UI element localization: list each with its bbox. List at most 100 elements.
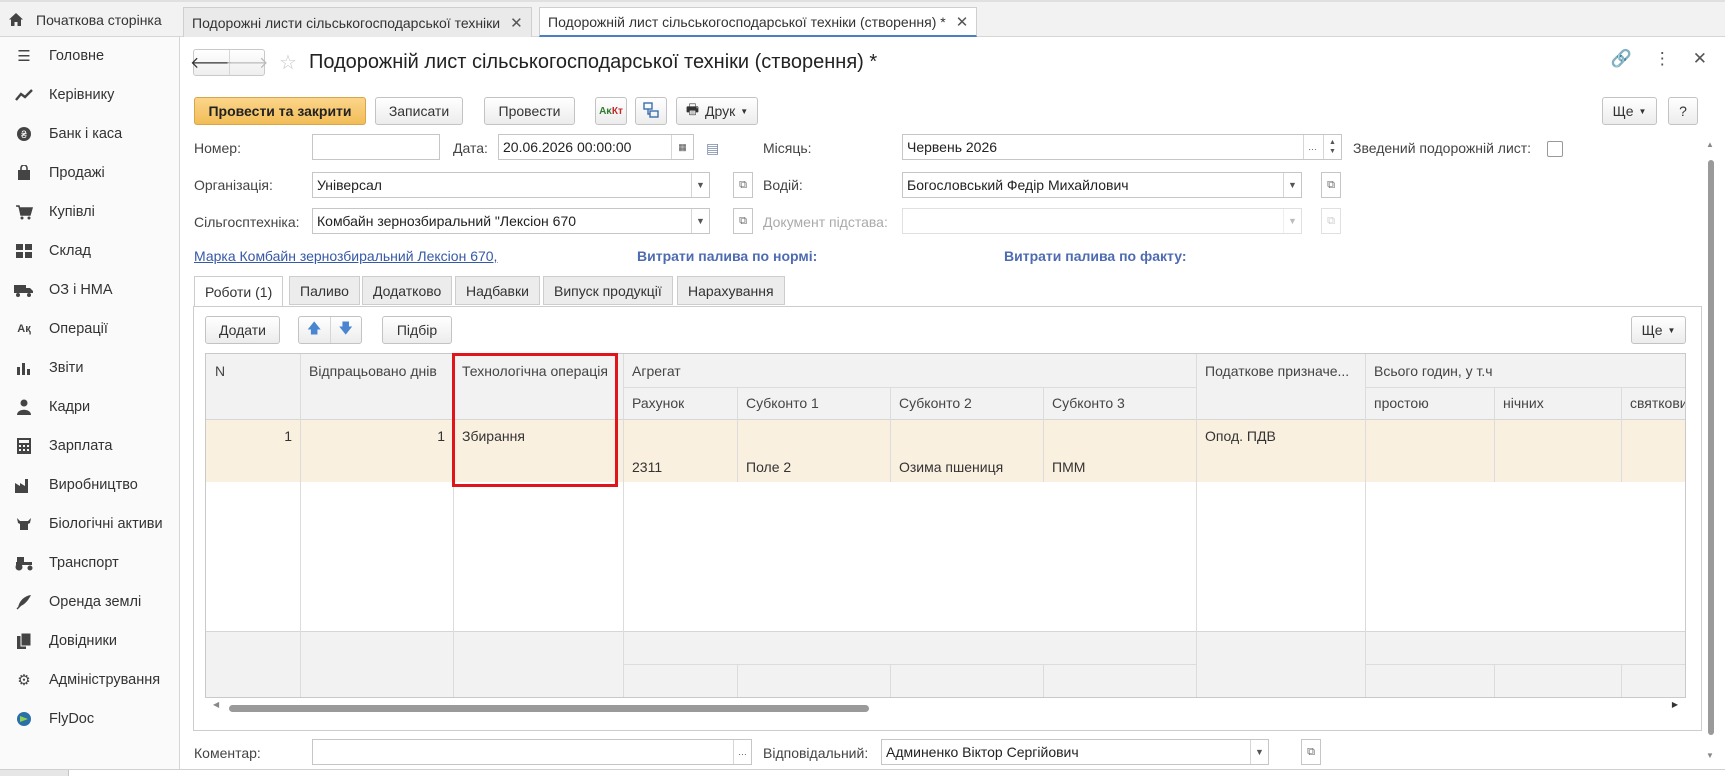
organization-field[interactable]: Універсал ▼ <box>312 172 710 198</box>
responsible-field[interactable]: Админенко Віктор Сергійович ▼ <box>881 739 1269 765</box>
sidebar-item-production[interactable]: Виробництво <box>0 466 180 504</box>
tab-allowances[interactable]: Надбавки <box>455 276 540 305</box>
back-button[interactable]: 🡐 <box>190 50 233 75</box>
col-header-night[interactable]: нічних <box>1503 395 1544 411</box>
chevron-down-icon[interactable]: ▼ <box>1283 209 1301 233</box>
sidebar-item-manager[interactable]: Керівнику <box>0 76 180 114</box>
move-down-icon[interactable]: 🡇 <box>329 317 362 343</box>
summary-checkbox[interactable] <box>1547 141 1563 157</box>
horizontal-scrollbar[interactable]: ◀ ▶ <box>213 700 1678 714</box>
close-icon[interactable]: ✕ <box>510 14 523 32</box>
link-icon[interactable]: 🔗 <box>1611 49 1632 69</box>
tab-accruals[interactable]: Нарахування <box>677 276 785 305</box>
col-header-subconto-1[interactable]: Субконто 1 <box>746 395 819 411</box>
cell-subconto-3[interactable]: ПММ <box>1052 459 1085 475</box>
tab-fuel[interactable]: Паливо <box>289 276 360 305</box>
sidebar-item-bio-assets[interactable]: Біологічні активи <box>0 505 180 543</box>
cell-account[interactable]: 2311 <box>632 459 662 475</box>
sidebar-item-fixed-assets[interactable]: ОЗ і НМА <box>0 271 180 309</box>
open-icon[interactable]: ⧉ <box>733 208 753 234</box>
tab-home[interactable]: Початкова сторінка <box>0 2 180 37</box>
cell-subconto-2[interactable]: Озима пшениця <box>899 459 1003 475</box>
comment-field[interactable]: … <box>312 739 752 765</box>
scroll-thumb[interactable] <box>229 705 869 712</box>
grid-more-button[interactable]: Ще ▼ <box>1631 316 1686 344</box>
chevron-down-icon[interactable]: ▼ <box>691 173 709 197</box>
spinner-icon[interactable]: ▲ ▼ <box>1323 135 1341 159</box>
number-field[interactable] <box>312 134 440 160</box>
sidebar-item-hr[interactable]: Кадри <box>0 388 180 426</box>
driver-field[interactable]: Богословський Федір Михайлович ▼ <box>902 172 1302 198</box>
print-button[interactable]: 🖶 Друк ▼ <box>676 97 758 125</box>
tab-additional[interactable]: Додатково <box>362 276 453 305</box>
chevron-down-icon[interactable]: ▼ <box>1250 740 1268 764</box>
cell-subconto-1[interactable]: Поле 2 <box>746 459 791 475</box>
date-field[interactable]: 20.06.2026 00:00:00 ▦ <box>498 134 694 160</box>
more-vertical-icon[interactable]: ⋮ <box>1654 49 1671 69</box>
col-header-aggregate[interactable]: Агрегат <box>632 363 681 379</box>
post-button[interactable]: Провести <box>484 97 575 125</box>
save-button[interactable]: Записати <box>375 97 463 125</box>
month-field[interactable]: Червень 2026 … ▲ ▼ <box>902 134 1342 160</box>
sidebar-item-directories[interactable]: Довідники <box>0 622 180 660</box>
tab-works[interactable]: Роботи (1) <box>194 276 284 307</box>
sidebar-item-main[interactable]: ☰ Головне <box>0 37 180 75</box>
tab-tractor-sheets-list[interactable]: Подорожні листи сільськогосподарської те… <box>183 7 532 37</box>
col-header-holiday[interactable]: святкови <box>1630 395 1685 411</box>
sidebar-item-salary[interactable]: Зарплата <box>0 427 180 465</box>
brand-link[interactable]: Марка Комбайн зернозбиральний Лексіон 67… <box>194 248 497 264</box>
basis-document-field[interactable]: ▼ <box>902 208 1302 234</box>
col-header-days[interactable]: Відпрацьовано днів <box>309 363 437 379</box>
dt-kt-button[interactable]: ΑκКт <box>595 97 627 125</box>
tab-tractor-sheet-create[interactable]: Подорожній лист сільськогосподарської те… <box>539 7 978 37</box>
close-icon[interactable]: ✕ <box>1693 49 1707 69</box>
structure-button[interactable] <box>635 97 667 125</box>
document-icon[interactable]: ▤ <box>706 140 719 157</box>
sidebar-item-admin[interactable]: ⚙ Адміністрування <box>0 661 180 699</box>
open-icon[interactable]: ⧉ <box>1301 739 1321 765</box>
sidebar-item-operations[interactable]: Ақ Операції <box>0 310 180 348</box>
col-header-total-hours[interactable]: Всього годин, у т.ч <box>1374 363 1493 379</box>
sidebar-item-land-lease[interactable]: Оренда землі <box>0 583 180 621</box>
more-button[interactable]: Ще ▼ <box>1602 97 1657 125</box>
chevron-down-icon[interactable]: ▼ <box>1283 173 1301 197</box>
col-header-account[interactable]: Рахунок <box>632 395 684 411</box>
sidebar-item-reports[interactable]: Звіти <box>0 349 180 387</box>
sidebar-item-bank[interactable]: ₴ Банк і каса <box>0 115 180 153</box>
machine-field[interactable]: Комбайн зернозбиральний "Лексіон 670 ▼ <box>312 208 710 234</box>
tab-production-output[interactable]: Випуск продукції <box>543 276 673 305</box>
chevron-down-icon[interactable]: ▼ <box>691 209 709 233</box>
calendar-icon[interactable]: ▦ <box>671 135 693 159</box>
open-icon[interactable]: ⧉ <box>733 172 753 198</box>
sidebar-item-warehouse[interactable]: Склад <box>0 232 180 270</box>
post-and-close-button[interactable]: Провести та закрити <box>194 97 366 125</box>
close-icon[interactable]: ✕ <box>956 13 969 31</box>
sidebar-item-sales[interactable]: Продажі <box>0 154 180 192</box>
ellipsis-icon[interactable]: … <box>1303 135 1321 159</box>
vertical-scrollbar[interactable]: ▲ ▼ <box>1706 140 1716 760</box>
col-header-tax[interactable]: Податкове призначе... <box>1205 363 1357 379</box>
sidebar-item-purchases[interactable]: Купівлі <box>0 193 180 231</box>
open-icon[interactable]: ⧉ <box>1321 172 1341 198</box>
col-header-subconto-2[interactable]: Субконто 2 <box>899 395 972 411</box>
sidebar-item-flydoc[interactable]: FlyDoc <box>0 700 180 738</box>
scroll-up-icon[interactable]: ▲ <box>1706 140 1714 149</box>
scroll-down-icon[interactable]: ▼ <box>1706 751 1714 760</box>
scroll-right-icon[interactable]: ▶ <box>1672 700 1678 709</box>
scroll-thumb[interactable] <box>1708 160 1714 735</box>
col-header-n[interactable]: N <box>215 363 225 379</box>
star-icon[interactable]: ☆ <box>279 50 297 75</box>
ellipsis-icon[interactable]: … <box>733 740 751 764</box>
cell-tax[interactable]: Опод. ПДВ <box>1205 428 1276 444</box>
sidebar-item-transport[interactable]: Транспорт <box>0 544 180 582</box>
help-button[interactable]: ? <box>1668 97 1698 125</box>
open-icon[interactable]: ⧉ <box>1321 208 1341 234</box>
forward-button[interactable]: 🡒 <box>226 49 268 75</box>
cell-days[interactable]: 1 <box>300 428 445 444</box>
col-header-subconto-3[interactable]: Субконто 3 <box>1052 395 1125 411</box>
scroll-left-icon[interactable]: ◀ <box>213 700 219 709</box>
pick-button[interactable]: Підбір <box>382 316 452 344</box>
col-header-idle[interactable]: простою <box>1374 395 1429 411</box>
move-up-icon[interactable]: 🡅 <box>299 317 330 343</box>
add-row-button[interactable]: Додати <box>205 316 280 344</box>
